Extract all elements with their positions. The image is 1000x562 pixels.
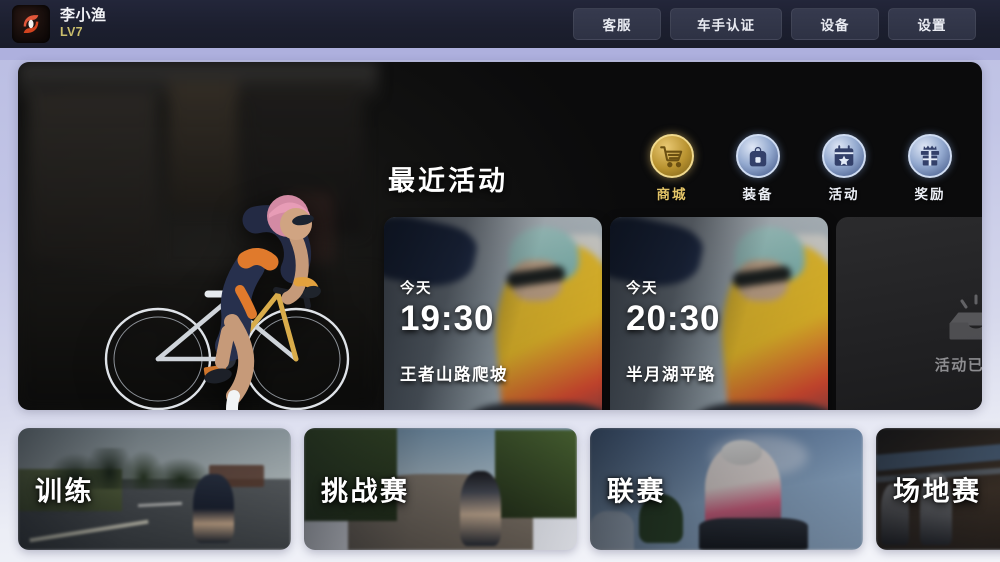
nav-label-rewards: 奖励 [914, 187, 946, 202]
activity-card[interactable]: 今天 19:30 王者山路爬坡 15.0km 5 [384, 217, 602, 410]
header-button-group: 客服 车手认证 设备 设置 [573, 8, 988, 40]
backpack-icon [736, 134, 780, 178]
app-logo-icon [12, 5, 50, 43]
activity-time: 19:30 [400, 299, 495, 338]
nav-label-equipment: 装备 [742, 187, 774, 202]
nav-item-rewards[interactable]: 奖励 [900, 134, 960, 203]
mode-card-label: 联赛 [607, 476, 666, 507]
nav-item-equipment[interactable]: 装备 [728, 134, 788, 203]
customer-service-button[interactable]: 客服 [573, 8, 661, 40]
nav-item-events[interactable]: 活动 [814, 134, 874, 203]
activity-ended-text: 活动已结束 [934, 357, 982, 374]
top-header: 李小渔 LV7 客服 车手认证 设备 设置 [0, 0, 1000, 48]
player-avatar-cyclist[interactable] [100, 154, 370, 410]
mode-card-training[interactable]: 训练 [18, 428, 291, 550]
main-panel: 最近活动 商城 装备 活动 奖励 今天 19:30 王者山路爬坡 今天 20:3… [18, 62, 982, 410]
rider-certification-button[interactable]: 车手认证 [670, 8, 782, 40]
activity-route-name: 王者山路爬坡 [400, 366, 508, 385]
nav-label-events: 活动 [828, 187, 860, 202]
user-profile[interactable]: 李小渔 LV7 [12, 5, 107, 43]
activity-day: 今天 [626, 281, 658, 297]
settings-button[interactable]: 设置 [888, 8, 976, 40]
user-level: LV7 [60, 24, 83, 39]
mode-card-label: 挑战赛 [321, 476, 410, 507]
activity-card[interactable]: 今天 20:30 半月湖平路 20.0km 3 [610, 217, 828, 410]
device-button[interactable]: 设备 [791, 8, 879, 40]
mode-card-league[interactable]: 联赛 [590, 428, 863, 550]
user-name: 李小渔 [60, 7, 107, 24]
calendar-star-icon [822, 134, 866, 178]
activity-day: 今天 [400, 281, 432, 297]
recent-activity-title: 最近活动 [388, 166, 508, 196]
nav-label-shop: 商城 [656, 187, 688, 202]
empty-box-icon [945, 292, 982, 344]
mode-card-label: 场地赛 [893, 476, 982, 507]
shopping-cart-icon [650, 134, 694, 178]
gift-crown-icon [908, 134, 952, 178]
activity-route-name: 半月湖平路 [626, 366, 716, 385]
mode-card-challenge-race[interactable]: 挑战赛 [304, 428, 577, 550]
activity-time: 20:30 [626, 299, 721, 338]
mode-card-list: 训练 挑战赛 联赛 场地赛 [18, 428, 1000, 550]
activity-card-list: 今天 19:30 王者山路爬坡 15.0km 5 [384, 217, 982, 410]
mode-card-label: 训练 [35, 476, 94, 507]
nav-item-shop[interactable]: 商城 [642, 134, 702, 203]
icon-nav: 商城 装备 活动 奖励 [642, 134, 960, 203]
activity-ended-card[interactable]: 活动已结束 [836, 217, 982, 410]
mode-card-track-race[interactable]: 场地赛 [876, 428, 1000, 550]
header-divider-strip [0, 48, 1000, 60]
